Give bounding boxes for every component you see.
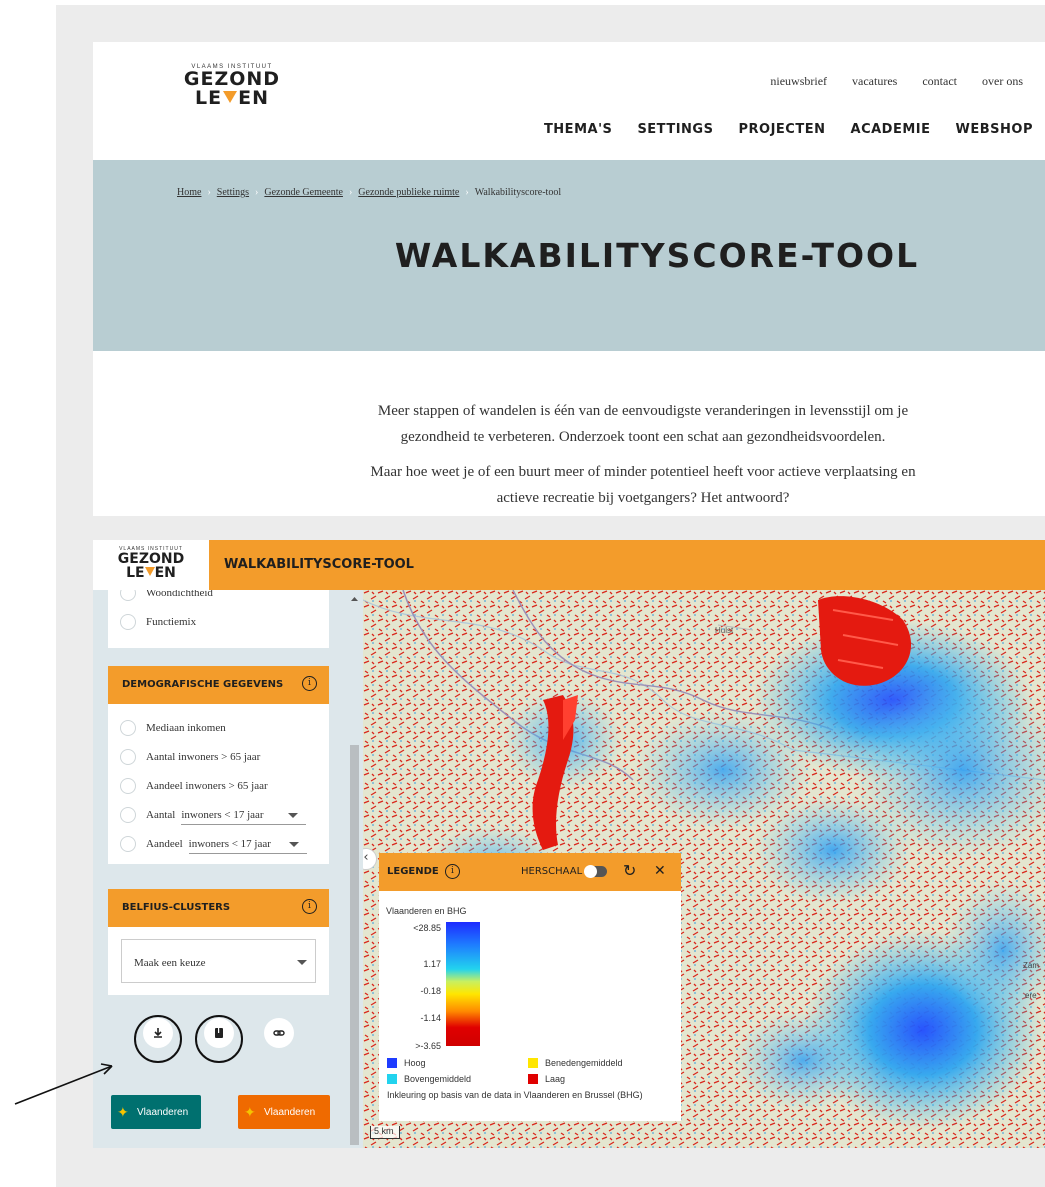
rescale-toggle[interactable] bbox=[584, 865, 607, 878]
legend-subtitle: Vlaanderen en BHG bbox=[386, 906, 467, 916]
app-header: VLAAMS INSTITUUT GEZOND LE EN WALKABILITY… bbox=[93, 540, 1045, 590]
legend-label-hoog: Hoog bbox=[404, 1058, 426, 1068]
legend-tick-min: >-3.65 bbox=[415, 1041, 441, 1051]
share-link-button[interactable] bbox=[264, 1018, 294, 1048]
rescale-label: HERSCHAAL bbox=[521, 866, 583, 877]
top-links: nieuwsbrief vacatures contact over ons bbox=[748, 74, 1023, 89]
nav-settings[interactable]: SETTINGS bbox=[637, 122, 713, 137]
place-label-hulst: Hulst bbox=[715, 626, 734, 635]
radio-button[interactable] bbox=[120, 590, 136, 601]
scrollbar-thumb[interactable] bbox=[350, 745, 359, 1145]
info-icon[interactable]: i bbox=[302, 676, 317, 691]
legend-swatch-hoog bbox=[387, 1058, 397, 1068]
breadcrumb-home[interactable]: Home bbox=[177, 187, 201, 198]
place-label-right-1: Zam bbox=[1023, 961, 1039, 970]
lion-icon: ✦ bbox=[117, 1104, 129, 1120]
info-icon[interactable]: i bbox=[302, 899, 317, 914]
chevron-down-icon bbox=[297, 960, 307, 965]
nav-webshop[interactable]: WEBSHOP bbox=[956, 122, 1033, 137]
app-logo[interactable]: VLAAMS INSTITUUT GEZOND LE EN bbox=[93, 540, 209, 590]
info-icon[interactable]: i bbox=[445, 864, 460, 879]
legend-swatch-laag bbox=[528, 1074, 538, 1084]
layer-card: Woondichtheid Functiemix bbox=[108, 590, 329, 648]
link-contact[interactable]: contact bbox=[922, 74, 957, 88]
intro-line-1: Meer stappen of wandelen is één van de e… bbox=[377, 403, 909, 419]
demografie-card: Mediaan inkomen Aantal inwoners > 65 jaa… bbox=[108, 704, 329, 864]
section-demografische-gegevens[interactable]: DEMOGRAFISCHE GEGEVENS i bbox=[108, 666, 329, 704]
chevron-down-icon bbox=[288, 812, 299, 818]
legend-header: LEGENDE i HERSCHAAL ↻ ✕ bbox=[379, 853, 681, 891]
option-woondichtheid[interactable]: Woondichtheid bbox=[120, 590, 213, 603]
breadcrumb-settings[interactable]: Settings bbox=[217, 187, 249, 198]
legend-tick-max: <28.85 bbox=[413, 923, 441, 933]
intro-line-3: Maar hoe weet je of een buurt meer of mi… bbox=[370, 464, 916, 480]
legend-panel: LEGENDE i HERSCHAAL ↻ ✕ Vlaanderen en BH… bbox=[379, 853, 681, 1121]
sidebar: Woondichtheid Functiemix DEMOGRAFISCHE G… bbox=[93, 590, 363, 1148]
app-title: WALKABILITYSCORE-TOOL bbox=[224, 557, 414, 572]
vlaanderen-zorg-logo[interactable]: ✦ Vlaanderen bbox=[111, 1095, 201, 1129]
intro-line-4: actieve recreatie bij voetgangers? Het a… bbox=[496, 490, 790, 506]
legend-label-bovengemiddeld: Bovengemiddeld bbox=[404, 1074, 472, 1084]
link-icon bbox=[273, 1030, 285, 1036]
legend-colorbar bbox=[446, 922, 480, 1046]
radio-button[interactable] bbox=[120, 807, 136, 823]
nav-academie[interactable]: ACADEMIE bbox=[851, 122, 931, 137]
website: VLAAMS INSTITUUT GEZOND LE EN nieuwsbrief… bbox=[93, 42, 1045, 516]
legend-swatch-bovengemiddeld bbox=[387, 1074, 397, 1084]
hero-banner: Home › Settings › Gezonde Gemeente › Gezonde p… bbox=[93, 160, 1045, 351]
page-title: WALKABILITYSCORE-TOOL bbox=[394, 236, 920, 275]
option-aantal-65[interactable]: Aantal inwoners > 65 jaar bbox=[120, 747, 260, 767]
breadcrumb-gezonde-publieke-ruimte[interactable]: Gezonde publieke ruimte bbox=[358, 187, 459, 198]
refresh-icon[interactable]: ↻ bbox=[623, 861, 636, 880]
link-vacatures[interactable]: vacatures bbox=[852, 74, 897, 88]
breadcrumb: Home › Settings › Gezonde Gemeente › Gezonde p… bbox=[177, 187, 562, 198]
aandeel-dropdown[interactable]: inwoners < 17 jaar bbox=[188, 835, 307, 854]
nav-projecten[interactable]: PROJECTEN bbox=[739, 122, 826, 137]
option-aandeel-65[interactable]: Aandeel inwoners > 65 jaar bbox=[120, 776, 268, 796]
close-icon[interactable]: ✕ bbox=[654, 863, 666, 879]
radio-button[interactable] bbox=[120, 778, 136, 794]
legend-label-laag: Laag bbox=[545, 1074, 566, 1084]
radio-button[interactable] bbox=[120, 749, 136, 765]
option-aantal-17[interactable]: Aantal inwoners < 17 jaar bbox=[120, 805, 307, 825]
intro-line-2: gezondheid te verbeteren. Onderzoek toon… bbox=[400, 429, 886, 445]
legend-label-benedengemiddeld: Benedengemiddeld bbox=[545, 1058, 623, 1068]
link-over-ons[interactable]: over ons bbox=[982, 74, 1023, 88]
link-nieuwsbrief[interactable]: nieuwsbrief bbox=[770, 74, 827, 88]
scroll-up-icon[interactable] bbox=[346, 594, 363, 604]
highlight-ring-download bbox=[134, 1015, 182, 1063]
legend-tick-4: -1.14 bbox=[420, 1013, 441, 1023]
vlaanderen-omgeving-logo[interactable]: ✦ Vlaanderen bbox=[238, 1095, 330, 1129]
legend-tick-3: -0.18 bbox=[420, 986, 441, 996]
place-label-right-2: ere bbox=[1025, 991, 1037, 1000]
breadcrumb-current: Walkabilityscore-tool bbox=[474, 187, 562, 198]
option-mediaan-inkomen[interactable]: Mediaan inkomen bbox=[120, 718, 226, 738]
legend-tick-2: 1.17 bbox=[423, 959, 441, 969]
lion-icon: ✦ bbox=[244, 1104, 256, 1120]
belfius-select[interactable]: Maak een keuze bbox=[121, 939, 316, 983]
option-aandeel-17[interactable]: Aandeel inwoners < 17 jaar bbox=[120, 834, 307, 854]
sidebar-scrollbar[interactable] bbox=[346, 590, 363, 1148]
site-logo[interactable]: VLAAMS INSTITUUT GEZOND LE EN bbox=[177, 64, 287, 108]
highlight-ring-bookmark bbox=[195, 1015, 243, 1063]
nav-themas[interactable]: THEMA'S bbox=[544, 122, 612, 137]
map-scale: 5 km bbox=[370, 1126, 400, 1139]
legend-note: Inkleuring op basis van de data in Vlaan… bbox=[387, 1090, 643, 1100]
logo-line1: GEZOND bbox=[183, 68, 281, 90]
chevron-down-icon bbox=[288, 841, 299, 847]
logo-line2: LE EN bbox=[195, 87, 269, 109]
option-functiemix[interactable]: Functiemix bbox=[120, 612, 196, 632]
radio-button[interactable] bbox=[120, 614, 136, 630]
walkability-app: VLAAMS INSTITUUT GEZOND LE EN WALKABILITY… bbox=[93, 540, 1045, 1148]
aantal-dropdown[interactable]: inwoners < 17 jaar bbox=[181, 806, 307, 825]
section-belfius-clusters[interactable]: BELFIUS-CLUSTERS i bbox=[108, 889, 329, 927]
main-nav: THEMA'S SETTINGS PROJECTEN ACADEMIE WEBS… bbox=[524, 122, 1033, 137]
radio-button[interactable] bbox=[120, 836, 136, 852]
legend-swatch-benedengemiddeld bbox=[528, 1058, 538, 1068]
radio-button[interactable] bbox=[120, 720, 136, 736]
breadcrumb-gezonde-gemeente[interactable]: Gezonde Gemeente bbox=[264, 187, 343, 198]
belfius-card: Maak een keuze bbox=[108, 927, 329, 995]
